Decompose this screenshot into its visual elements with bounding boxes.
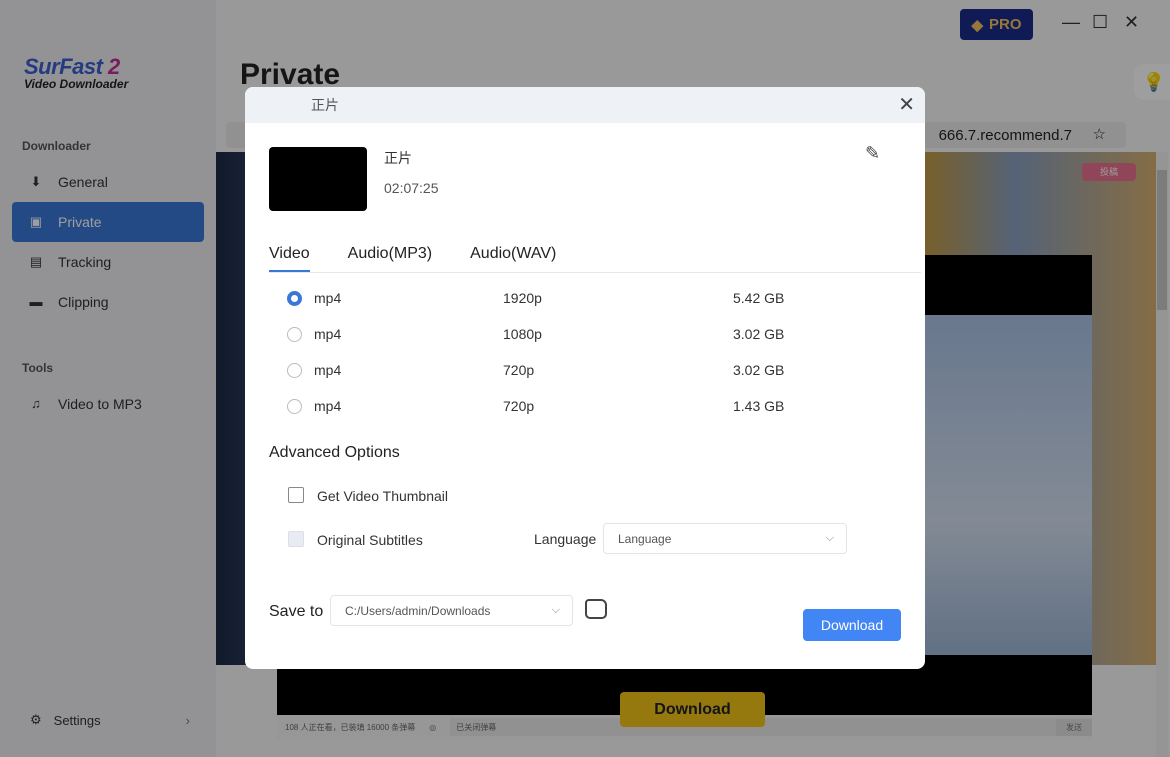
download-dialog: 正片 ✕ 正片 02:07:25 ✎ Video Audio(MP3) Audio… [245,87,925,669]
format-option[interactable]: mp4 720p 1.43 GB [287,396,887,416]
format-option[interactable]: mp4 1920p 5.42 GB [287,288,887,308]
thumbnail-checkbox[interactable] [288,487,304,503]
chevron-down-icon: ⌵ [551,604,560,616]
advanced-options-heading: Advanced Options [269,444,400,461]
format-resolution: 1920p [503,290,542,306]
download-button[interactable]: Download [803,609,901,641]
format-size: 1.43 GB [733,398,785,414]
save-path-select[interactable]: C:/Users/admin/Downloads ⌵ [330,595,573,626]
tab-audio-wav[interactable]: Audio(WAV) [470,245,556,272]
dialog-header: 正片 ✕ [245,87,925,123]
language-value: Language [618,531,672,546]
format-option[interactable]: mp4 720p 3.02 GB [287,360,887,380]
close-icon[interactable]: ✕ [898,87,915,123]
format-resolution: 720p [503,362,535,378]
radio-button[interactable] [287,362,302,378]
language-select[interactable]: Language ⌵ [603,523,847,554]
format-option[interactable]: mp4 1080p 3.02 GB [287,324,887,344]
tab-audio-mp3[interactable]: Audio(MP3) [348,245,432,272]
subtitles-label: Original Subtitles [317,532,423,548]
thumbnail-label: Get Video Thumbnail [317,488,449,504]
edit-icon[interactable]: ✎ [865,143,880,164]
video-thumbnail [269,147,367,211]
format-resolution: 720p [503,398,535,414]
folder-icon[interactable] [585,599,607,619]
format-type: mp4 [314,290,342,306]
format-resolution: 1080p [503,326,542,342]
subtitles-checkbox[interactable] [288,531,304,547]
chevron-down-icon: ⌵ [825,532,834,544]
radio-button[interactable] [287,290,302,306]
language-label: Language [534,531,597,547]
radio-button[interactable] [287,398,302,414]
format-tabs: Video Audio(MP3) Audio(WAV) [269,245,921,273]
dialog-title: 正片 [311,97,339,113]
video-title: 正片 [384,150,412,166]
save-to-label: Save to [269,603,324,620]
format-type: mp4 [314,398,342,414]
save-path-value: C:/Users/admin/Downloads [345,603,491,618]
video-duration: 02:07:25 [384,180,439,196]
format-type: mp4 [314,326,342,342]
radio-button[interactable] [287,326,302,342]
format-size: 5.42 GB [733,290,785,306]
format-size: 3.02 GB [733,362,785,378]
format-size: 3.02 GB [733,326,785,342]
format-type: mp4 [314,362,342,378]
tab-video[interactable]: Video [269,245,310,272]
